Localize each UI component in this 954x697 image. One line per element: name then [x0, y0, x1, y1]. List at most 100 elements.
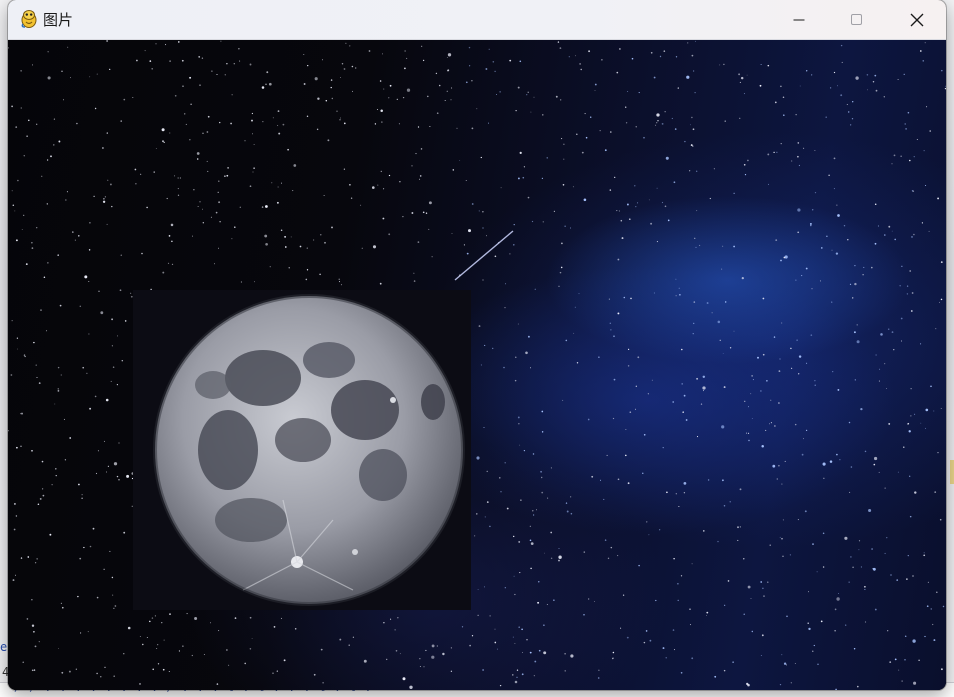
star — [937, 451, 939, 454]
star — [625, 428, 627, 430]
star — [797, 208, 801, 212]
star — [382, 53, 383, 55]
star — [435, 72, 438, 75]
star — [277, 186, 279, 188]
star — [561, 138, 563, 140]
star — [512, 535, 515, 538]
star — [560, 99, 562, 101]
star — [631, 57, 634, 60]
star — [627, 365, 630, 367]
star — [162, 271, 165, 274]
star — [673, 649, 676, 651]
star — [618, 210, 620, 212]
star — [692, 128, 695, 131]
star — [65, 199, 67, 201]
star — [21, 412, 23, 415]
star — [320, 234, 322, 236]
star — [935, 328, 937, 330]
maximize-button[interactable] — [828, 0, 886, 39]
star — [69, 437, 72, 439]
star — [576, 362, 579, 364]
star — [379, 282, 382, 285]
star — [732, 661, 734, 663]
star — [306, 115, 309, 118]
star — [77, 483, 80, 486]
star — [492, 347, 494, 350]
star — [388, 233, 391, 236]
star — [341, 62, 344, 65]
star — [105, 398, 109, 402]
star — [113, 675, 115, 677]
star — [265, 242, 268, 246]
star — [31, 247, 34, 249]
minimize-button[interactable] — [770, 0, 828, 39]
star — [655, 124, 657, 126]
star — [702, 375, 706, 379]
star — [46, 330, 48, 332]
star — [527, 196, 530, 199]
star — [23, 214, 25, 216]
star — [272, 672, 274, 674]
star — [126, 474, 130, 478]
star — [541, 410, 544, 413]
star — [111, 205, 113, 208]
star — [116, 384, 118, 386]
star — [436, 645, 438, 647]
star — [338, 278, 340, 280]
star — [790, 682, 792, 684]
star — [57, 366, 60, 369]
star — [613, 335, 615, 338]
star — [16, 337, 19, 339]
star — [837, 388, 840, 391]
star — [864, 450, 867, 453]
star — [614, 176, 616, 179]
star — [74, 239, 76, 241]
star — [925, 408, 929, 412]
star — [206, 160, 208, 162]
star — [179, 177, 181, 179]
star — [623, 296, 626, 299]
star — [684, 140, 686, 143]
pygame-canvas[interactable] — [8, 40, 946, 690]
star — [515, 356, 517, 358]
star — [773, 151, 775, 154]
star — [890, 574, 892, 576]
star — [113, 462, 118, 466]
star — [847, 238, 849, 241]
star — [253, 281, 255, 283]
star — [446, 57, 448, 58]
star — [889, 661, 892, 663]
star — [781, 322, 783, 324]
star — [178, 650, 180, 652]
star — [218, 180, 220, 182]
star — [519, 151, 522, 155]
star — [686, 75, 690, 79]
star — [637, 202, 639, 204]
star — [733, 330, 735, 332]
star — [927, 581, 929, 583]
star — [572, 186, 574, 188]
star — [281, 182, 282, 184]
star — [844, 536, 848, 540]
star — [770, 422, 772, 424]
star — [118, 442, 120, 444]
star — [489, 525, 491, 528]
close-button[interactable] — [888, 0, 946, 39]
star — [751, 418, 753, 419]
star — [918, 659, 920, 661]
star — [747, 585, 751, 589]
star — [36, 377, 38, 378]
star — [543, 651, 547, 655]
star — [379, 80, 382, 82]
star — [762, 587, 764, 590]
star — [33, 341, 35, 344]
star — [558, 548, 560, 549]
star — [794, 663, 796, 664]
star — [531, 220, 534, 223]
star — [675, 295, 677, 297]
star — [106, 40, 108, 42]
star — [372, 186, 375, 189]
title-bar[interactable]: 图片 — [8, 0, 946, 40]
star — [880, 333, 883, 336]
star — [846, 103, 848, 106]
